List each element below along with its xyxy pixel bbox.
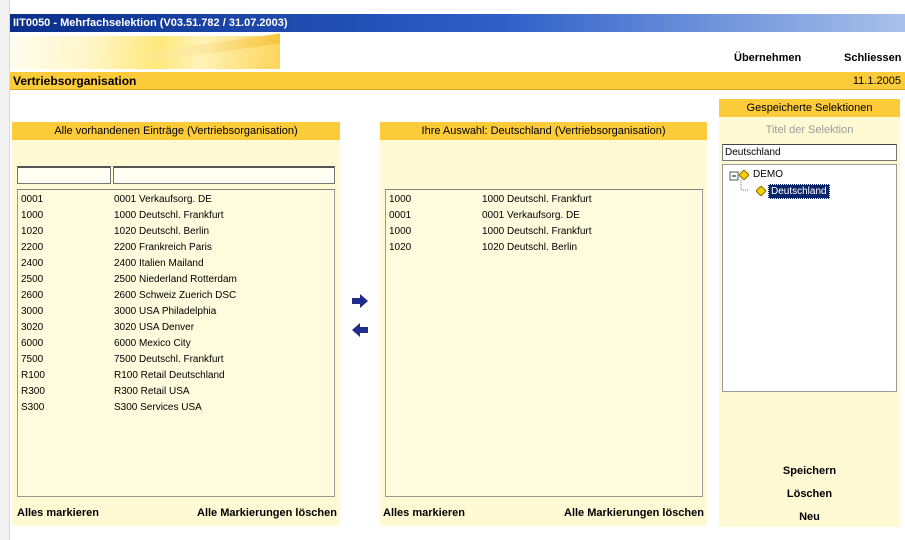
- selection-title-input[interactable]: Deutschland: [722, 144, 897, 161]
- list-item[interactable]: 1020 1020 Deutschl. Berlin: [386, 240, 702, 256]
- selection-title-label: Titel der Selektion: [765, 124, 854, 136]
- brand-banner: [10, 33, 280, 69]
- list-item-name: 0001 Verkaufsorg. DE: [482, 210, 580, 221]
- list-item[interactable]: 1020 1020 Deutschl. Berlin: [18, 224, 334, 240]
- list-item[interactable]: 1000 1000 Deutschl. Frankfurt: [18, 208, 334, 224]
- list-item-code: 6000: [21, 338, 44, 349]
- list-item-name: R100 Retail Deutschland: [114, 370, 225, 381]
- window-titlebar: IIT0050 - Mehrfachselektion (V03.51.782 …: [10, 14, 905, 32]
- list-item-name: 1000 Deutschl. Frankfurt: [482, 194, 592, 205]
- available-list[interactable]: 0001 0001 Verkaufsorg. DE 1000 1000 Deutsch…: [17, 189, 335, 497]
- filter-code-input[interactable]: [17, 166, 111, 184]
- save-button[interactable]: Speichern: [722, 465, 897, 477]
- list-item-name: 3020 USA Denver: [114, 322, 195, 333]
- list-item-name: 2400 Italien Mailand: [114, 258, 204, 269]
- window-frame: [0, 0, 10, 540]
- list-item-name: 2500 Niederland Rotterdam: [114, 274, 237, 285]
- list-item-code: R300: [21, 386, 45, 397]
- list-item-name: 2200 Frankreich Paris: [114, 242, 212, 253]
- list-item[interactable]: 1000 1000 Deutschl. Frankfurt: [386, 224, 702, 240]
- list-item-name: 3000 USA Philadelphia: [114, 306, 217, 317]
- list-item[interactable]: R300 R300 Retail USA: [18, 384, 334, 400]
- list-item-code: 1020: [21, 226, 44, 237]
- list-item-code: 1000: [389, 194, 412, 205]
- list-item-name: 7500 Deutschl. Frankfurt: [114, 354, 224, 365]
- arrow-right-icon[interactable]: [351, 293, 369, 309]
- list-item-name: S300 Services USA: [114, 402, 202, 413]
- list-item-code: 0001: [389, 210, 412, 221]
- filter-name-input[interactable]: [113, 166, 335, 184]
- saved-selections-heading: Gespeicherte Selektionen: [719, 99, 900, 117]
- selection-list[interactable]: 1000 1000 Deutschl. Frankfurt 0001 0001 Ver…: [385, 189, 703, 497]
- list-item[interactable]: S300 S300 Services USA: [18, 400, 334, 416]
- right-select-all-button[interactable]: Alles markieren: [383, 507, 465, 519]
- list-item[interactable]: 3020 3020 USA Denver: [18, 320, 334, 336]
- list-item-code: 7500: [21, 354, 44, 365]
- list-item[interactable]: 2200 2200 Frankreich Paris: [18, 240, 334, 256]
- list-item-name: 1000 Deutschl. Frankfurt: [482, 226, 592, 237]
- list-item[interactable]: 6000 6000 Mexico City: [18, 336, 334, 352]
- list-item-code: 2600: [21, 290, 44, 301]
- list-item-name: R300 Retail USA: [114, 386, 190, 397]
- list-item[interactable]: 1000 1000 Deutschl. Frankfurt: [386, 192, 702, 208]
- window-title: IIT0050 - Mehrfachselektion (V03.51.782 …: [13, 17, 288, 29]
- saved-selections-tree: DEMO Deutschland: [722, 164, 897, 392]
- left-clear-all-button[interactable]: Alle Markierungen löschen: [197, 507, 337, 519]
- list-item-code: 2400: [21, 258, 44, 269]
- list-item-name: 2600 Schweiz Zuerich DSC: [114, 290, 237, 301]
- list-item-code: 1000: [21, 210, 44, 221]
- list-item-code: 3000: [21, 306, 44, 317]
- list-item-code: S300: [21, 402, 45, 413]
- list-item[interactable]: 2600 2600 Schweiz Zuerich DSC: [18, 288, 334, 304]
- page-title: Vertriebsorganisation: [13, 74, 137, 88]
- list-item-code: 0001: [21, 194, 44, 205]
- list-item-name: 1000 Deutschl. Frankfurt: [114, 210, 224, 221]
- diamond-icon: [739, 170, 749, 180]
- arrow-left-icon[interactable]: [351, 322, 369, 338]
- left-select-all-button[interactable]: Alles markieren: [17, 507, 99, 519]
- list-item-code: 2200: [21, 242, 44, 253]
- close-button[interactable]: Schliessen: [844, 52, 901, 64]
- delete-button[interactable]: Löschen: [722, 488, 897, 500]
- list-item[interactable]: 3000 3000 USA Philadelphia: [18, 304, 334, 320]
- list-item-name: 1020 Deutschl. Berlin: [482, 242, 578, 253]
- list-item[interactable]: 0001 0001 Verkaufsorg. DE: [386, 208, 702, 224]
- list-item[interactable]: 2500 2500 Niederland Rotterdam: [18, 272, 334, 288]
- list-item-name: 6000 Mexico City: [114, 338, 191, 349]
- tree-child-selected[interactable]: Deutschland: [768, 184, 830, 199]
- list-item-name: 1020 Deutschl. Berlin: [114, 226, 210, 237]
- accept-button[interactable]: Übernehmen: [734, 52, 801, 64]
- list-item[interactable]: R100 R100 Retail Deutschland: [18, 368, 334, 384]
- list-item-code: R100: [21, 370, 45, 381]
- available-panel-heading: Alle vorhandenen Einträge (Vertriebsorga…: [12, 122, 340, 140]
- selection-panel-heading: Ihre Auswahl: Deutschland (Vertriebsorga…: [380, 122, 707, 140]
- list-item[interactable]: 7500 7500 Deutschl. Frankfurt: [18, 352, 334, 368]
- list-item[interactable]: 0001 0001 Verkaufsorg. DE: [18, 192, 334, 208]
- list-item-code: 3020: [21, 322, 44, 333]
- right-clear-all-button[interactable]: Alle Markierungen löschen: [564, 507, 704, 519]
- list-item-code: 2500: [21, 274, 44, 285]
- list-item[interactable]: 2400 2400 Italien Mailand: [18, 256, 334, 272]
- new-button[interactable]: Neu: [722, 511, 897, 523]
- header-date: 11.1.2005: [852, 75, 901, 87]
- section-header: Vertriebsorganisation 11.1.2005: [10, 72, 905, 90]
- list-item-code: 1000: [389, 226, 412, 237]
- list-item-code: 1020: [389, 242, 412, 253]
- diamond-icon: [756, 186, 766, 196]
- tree-root-label[interactable]: DEMO: [753, 169, 783, 180]
- list-item-name: 0001 Verkaufsorg. DE: [114, 194, 212, 205]
